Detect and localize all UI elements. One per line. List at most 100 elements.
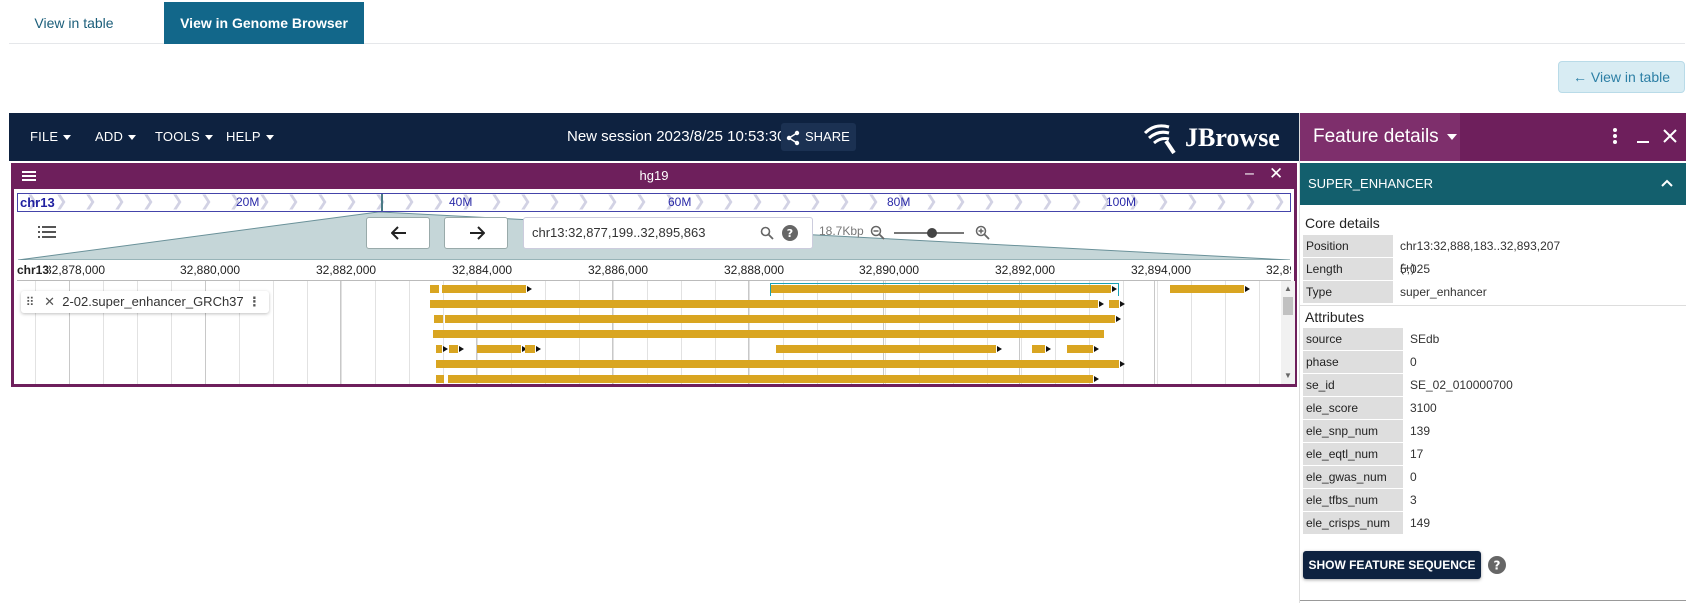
detail-value: super_enhancer xyxy=(1400,285,1487,299)
tab-view-in-table[interactable]: View in table xyxy=(9,2,139,44)
overview-chevron-icon: ❯ xyxy=(751,193,764,210)
grid-line xyxy=(1123,281,1124,384)
feature-type-title: SUPER_ENHANCER xyxy=(1308,176,1433,191)
view-tabs: View in table View in Genome Browser xyxy=(9,0,1685,44)
drawer-title: Feature details xyxy=(1313,126,1439,147)
overview-chevron-icon: ❯ xyxy=(780,193,793,210)
feature-glyph[interactable] xyxy=(776,345,996,353)
more-vert-icon[interactable] xyxy=(1612,127,1618,145)
attribute-key: ele_eqtl_num xyxy=(1303,443,1403,465)
overview-chevron-icon: ❯ xyxy=(345,193,358,210)
svg-text:?: ? xyxy=(787,227,793,240)
scroll-down-icon[interactable]: ▼ xyxy=(1284,371,1292,380)
search-icon[interactable] xyxy=(760,226,774,240)
show-feature-sequence-button[interactable]: SHOW FEATURE SEQUENCE xyxy=(1303,551,1481,579)
view-assembly-name: hg19 xyxy=(639,168,669,183)
help-icon[interactable]: ? xyxy=(782,225,798,241)
feature-glyph[interactable] xyxy=(434,315,443,323)
scrollbar-thumb[interactable] xyxy=(1283,297,1293,315)
feature-glyph[interactable] xyxy=(430,300,1098,308)
overview-chevron-icon: ❯ xyxy=(113,193,126,210)
help-icon[interactable]: ? xyxy=(1488,556,1506,574)
feature-glyph[interactable] xyxy=(1170,285,1244,293)
selected-feature-outline xyxy=(770,283,1119,296)
feature-glyph[interactable] xyxy=(436,345,442,353)
scroll-up-icon[interactable]: ▲ xyxy=(1284,284,1292,293)
feature-glyph[interactable] xyxy=(448,375,1093,383)
grid-line xyxy=(341,281,342,384)
overview-chevron-icon: ❯ xyxy=(809,193,822,210)
attribute-value: SE_02_010000700 xyxy=(1410,378,1513,392)
drag-handle-icon[interactable]: ⠿ xyxy=(23,291,37,313)
feature-glyph[interactable] xyxy=(525,345,535,353)
menu-add-label: ADD xyxy=(95,129,124,144)
overview-chevron-icon: ❯ xyxy=(84,193,97,210)
attribute-value: 139 xyxy=(1410,424,1431,438)
ruler-tick-label: 32,894,000 xyxy=(1131,263,1192,277)
menu-file[interactable]: FILE xyxy=(30,113,72,161)
pan-right-button[interactable] xyxy=(444,217,508,249)
feature-glyph[interactable] xyxy=(436,360,1119,368)
zoom-slider[interactable] xyxy=(892,227,966,239)
close-track-icon[interactable]: ✕ xyxy=(41,291,59,313)
grid-line xyxy=(340,281,341,384)
menu-file-label: FILE xyxy=(30,129,59,144)
back-to-table-button[interactable]: ← View in table xyxy=(1558,61,1685,93)
overview-chevron-icon: ❯ xyxy=(577,193,590,210)
strand-arrow-icon xyxy=(1099,301,1104,307)
location-text: chr13:32,877,199..32,895,863 xyxy=(532,225,706,240)
overview-chevron-icon: ❯ xyxy=(403,193,416,210)
feature-glyph[interactable] xyxy=(1067,345,1093,353)
zoom-in-icon[interactable] xyxy=(975,225,991,241)
feature-glyph[interactable] xyxy=(430,285,439,293)
grid-line xyxy=(1191,281,1192,384)
share-button[interactable]: SHARE xyxy=(781,123,856,151)
pan-left-button[interactable] xyxy=(366,217,430,249)
overview-chevron-icon: ❯ xyxy=(1273,193,1286,210)
overview-scalebar[interactable]: ❯ ❯ ❯ ❯ ❯ ❯ ❯ ❯ ❯ ❯ ❯ ❯ ❯ ❯ ❯ ❯ ❯ ❯ ❯ ❯ ❯ ❯ ❯ ❯ ❯ ❯ ❯ ❯ ❯ ❯ ❯ ❯ ❯ ❯ ❯ ❯ ❯ ❯ ❯ ❯… xyxy=(17,193,1291,212)
coordinate-ruler[interactable]: 32,878,000 32,880,000 32,882,000 32,884,… xyxy=(17,261,1291,281)
overview-chevron-icon: ❯ xyxy=(635,193,648,210)
attribute-value: 17 xyxy=(1410,447,1424,461)
feature-glyph[interactable] xyxy=(442,285,526,293)
zoom-out-icon[interactable] xyxy=(870,225,886,241)
overview-chevron-icon: ❯ xyxy=(983,193,996,210)
strand-arrow-icon xyxy=(997,346,1002,352)
feature-glyph[interactable] xyxy=(449,345,458,353)
feature-glyph[interactable] xyxy=(1032,345,1045,353)
close-drawer-icon[interactable] xyxy=(1662,127,1678,145)
attribute-key: source xyxy=(1303,328,1403,350)
attribute-value: 3 xyxy=(1410,493,1417,507)
drawer-header: Feature details xyxy=(1300,113,1686,161)
overview-chevron-icon: ❯ xyxy=(838,193,851,210)
feature-glyph[interactable] xyxy=(1109,300,1119,308)
ruler-tick-label: 32,89 xyxy=(1266,263,1291,277)
minimize-view-icon[interactable]: – xyxy=(1245,165,1254,183)
overview-chevron-icon: ❯ xyxy=(548,193,561,210)
menu-help[interactable]: HELP xyxy=(226,113,274,161)
close-view-icon[interactable]: ✕ xyxy=(1269,164,1283,184)
session-name[interactable]: New session 2023/8/25 10:53:30 xyxy=(567,113,786,161)
feature-glyph[interactable] xyxy=(445,315,1115,323)
feature-glyph[interactable] xyxy=(436,375,444,383)
location-search-input[interactable]: chr13:32,877,199..32,895,863 ? xyxy=(523,217,813,249)
caret-down-icon xyxy=(128,135,137,141)
drawer-widget-select[interactable]: Feature details xyxy=(1300,113,1460,161)
feature-section-header[interactable]: SUPER_ENHANCER xyxy=(1300,163,1686,205)
minimize-drawer-icon[interactable] xyxy=(1636,127,1650,145)
track-menu-icon[interactable]: ⋮ xyxy=(247,291,261,313)
ruler-tick-label: 32,882,000 xyxy=(316,263,377,277)
menu-add[interactable]: ADD xyxy=(95,113,137,161)
menu-tools[interactable]: TOOLS xyxy=(155,113,213,161)
track-label[interactable]: ⠿ ✕ 2-02.super_enhancer_GRCh37 ⋮ xyxy=(21,291,270,313)
track-scrollbar[interactable]: ▲ ▼ xyxy=(1281,281,1295,384)
grid-line xyxy=(307,281,308,384)
feature-glyph[interactable] xyxy=(433,330,1104,338)
menu-help-label: HELP xyxy=(226,129,261,144)
app-bar: FILE ADD TOOLS HELP New session 2023/8/2… xyxy=(9,113,1299,161)
feature-glyph[interactable] xyxy=(477,345,521,353)
chevron-up-icon[interactable] xyxy=(1660,177,1674,189)
track-selector-icon[interactable] xyxy=(38,225,56,239)
tab-view-in-genome-browser[interactable]: View in Genome Browser xyxy=(164,2,364,44)
overview-chevron-icon: ❯ xyxy=(1041,193,1054,210)
